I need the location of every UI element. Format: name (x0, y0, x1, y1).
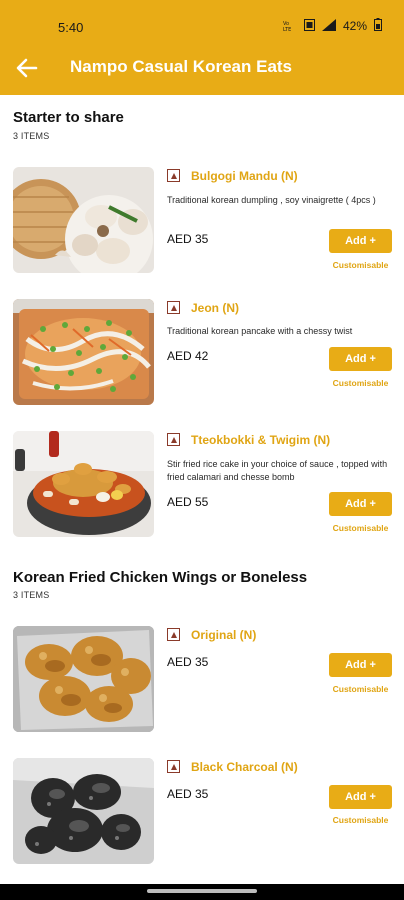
item-price: AED 55 (167, 495, 209, 509)
item-name: Bulgogi Mandu (N) (191, 169, 298, 183)
arrow-left-icon (16, 58, 38, 78)
add-button[interactable]: Add + (329, 653, 392, 677)
customisable-label: Customisable (332, 815, 389, 825)
customisable-label: Customisable (332, 260, 389, 270)
add-button[interactable]: Add + (329, 347, 392, 371)
item-price: AED 35 (167, 232, 209, 246)
battery-percent: 42% (342, 19, 367, 33)
item-price: AED 42 (167, 349, 209, 363)
non-veg-icon (167, 760, 180, 773)
non-veg-icon (167, 433, 180, 446)
section-title: Korean Fried Chicken Wings or Boneless (13, 569, 308, 586)
section-title: Starter to share (13, 109, 124, 126)
dish-image[interactable] (13, 299, 154, 405)
item-name: Black Charcoal (N) (191, 760, 298, 774)
dish-image[interactable] (13, 167, 154, 273)
system-nav-bar (0, 884, 404, 900)
customisable-label: Customisable (332, 523, 389, 533)
item-name: Jeon (N) (191, 301, 239, 315)
section-count: 3 ITEMS (13, 590, 50, 600)
item-name: Tteokbokki & Twigim (N) (191, 433, 331, 447)
add-button[interactable]: Add + (329, 229, 392, 253)
status-icons: Vo LTE 42% (283, 18, 382, 34)
battery-icon (374, 18, 382, 34)
data-icon: Vo LTE (283, 19, 297, 34)
non-veg-icon (167, 169, 180, 182)
add-button[interactable]: Add + (329, 492, 392, 516)
item-name: Original (N) (191, 628, 257, 642)
customisable-label: Customisable (332, 378, 389, 388)
item-description: Stir fried rice cake in your choice of s… (167, 459, 388, 482)
non-veg-icon (167, 628, 180, 641)
signal-icon (321, 18, 336, 34)
item-description: Traditional korean pancake with a chessy… (167, 326, 353, 336)
section-count: 3 ITEMS (13, 131, 50, 141)
status-time: 5:40 (58, 20, 84, 35)
back-button[interactable] (14, 56, 40, 80)
dish-image[interactable] (13, 626, 154, 732)
page-title: Nampo Casual Korean Eats (70, 57, 293, 76)
customisable-label: Customisable (332, 684, 389, 694)
add-button[interactable]: Add + (329, 785, 392, 809)
item-price: AED 35 (167, 655, 209, 669)
item-description: Traditional korean dumpling , soy vinaig… (167, 195, 376, 205)
home-handle[interactable] (147, 889, 257, 893)
dish-image[interactable] (13, 758, 154, 864)
sim-icon (303, 18, 315, 34)
non-veg-icon (167, 301, 180, 314)
svg-text:LTE: LTE (283, 27, 291, 31)
dish-image[interactable] (13, 431, 154, 537)
status-bar: 5:40 Vo LTE 42% (0, 0, 404, 42)
item-price: AED 35 (167, 787, 209, 801)
